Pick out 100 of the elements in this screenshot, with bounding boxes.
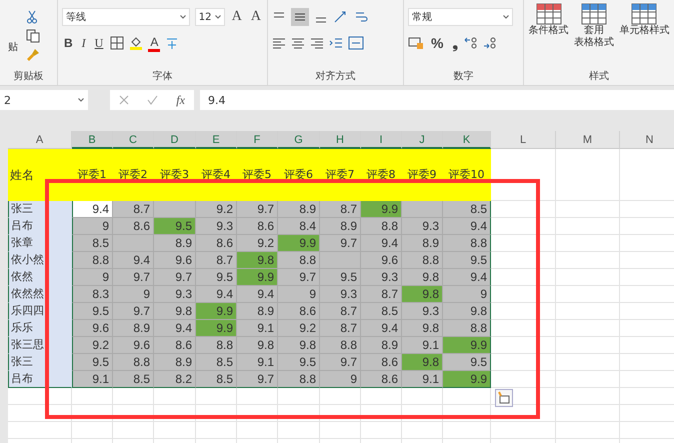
insert-function-button[interactable]: fx <box>176 92 185 108</box>
font-name-dropdown[interactable]: 等线 <box>62 8 190 26</box>
italic-button[interactable]: I <box>80 36 88 50</box>
empty-cell <box>443 422 491 439</box>
border-icon[interactable] <box>110 36 124 50</box>
table-cell: 8.5 <box>361 303 402 320</box>
bold-button[interactable]: B <box>62 36 75 50</box>
column-header[interactable]: I <box>361 131 402 149</box>
table-cell: 9.2 <box>72 337 113 354</box>
column-header[interactable]: C <box>113 131 154 149</box>
table-cell: 9.3 <box>320 286 361 303</box>
column-header[interactable]: L <box>491 131 556 149</box>
table-cell: 8.8 <box>443 235 491 252</box>
column-header[interactable]: H <box>320 131 361 149</box>
column-header[interactable]: D <box>154 131 196 149</box>
column-header[interactable]: A <box>8 131 72 149</box>
fill-bucket-icon[interactable] <box>129 36 144 50</box>
wrap-text-icon[interactable] <box>354 10 368 24</box>
align-middle-icon[interactable] <box>291 8 309 26</box>
table-cell: 9.5 <box>196 269 237 286</box>
column-header[interactable]: B <box>72 131 113 149</box>
style-label: 单元格样式 <box>619 25 670 37</box>
percent-button[interactable]: % <box>429 35 446 51</box>
align-center-icon[interactable] <box>291 36 305 50</box>
table-cell: 8.7 <box>113 201 154 218</box>
indent-icon[interactable] <box>329 36 343 50</box>
table-cell: 9.8 <box>237 252 278 269</box>
table-icon <box>580 3 607 25</box>
table-cell: 8.8 <box>320 337 361 354</box>
phonetic-icon[interactable] <box>165 36 180 50</box>
table-cell: 9 <box>320 371 361 388</box>
table-cell: 8.9 <box>361 337 402 354</box>
name-cell: 依然 <box>8 269 72 286</box>
name-cell: 乐四四 <box>8 303 72 320</box>
table-cell: 8.7 <box>320 201 361 218</box>
style-label: 表格格式 <box>574 37 614 49</box>
table-cell: 8.9 <box>402 235 443 252</box>
name-cell: 张章 <box>8 235 72 252</box>
empty-cell <box>278 388 320 405</box>
table-cell: 9.3 <box>402 218 443 235</box>
empty-cell <box>556 252 620 269</box>
table-cell: 9.4 <box>361 235 402 252</box>
table-cell: 8.7 <box>196 252 237 269</box>
currency-icon[interactable] <box>408 36 424 50</box>
empty-cell <box>556 149 620 201</box>
table-icon <box>631 3 658 25</box>
paste-options-icon[interactable] <box>495 389 513 407</box>
font-size-dropdown[interactable]: 12 <box>194 8 225 26</box>
caret-icon <box>78 98 84 102</box>
table-cell: 9.7 <box>320 354 361 371</box>
grow-font-button[interactable]: A <box>230 9 244 25</box>
table-cell: 9.9 <box>361 201 402 218</box>
style-button[interactable]: 条件格式 <box>528 3 569 69</box>
comma-button[interactable]: ❟ <box>450 34 460 52</box>
empty-cell <box>113 388 154 405</box>
table-cell: 9.4 <box>154 320 196 337</box>
column-header[interactable]: J <box>402 131 443 149</box>
empty-cell <box>556 269 620 286</box>
table-cell: 9.6 <box>154 252 196 269</box>
table-cell: 8.8 <box>196 337 237 354</box>
caret-icon <box>180 15 186 19</box>
underline-button[interactable]: U <box>92 36 106 50</box>
style-label: 条件格式 <box>528 25 569 37</box>
empty-cell <box>556 286 620 303</box>
column-header[interactable]: N <box>620 131 674 149</box>
font-color-button[interactable]: A <box>148 34 160 52</box>
decrease-decimal-icon[interactable] <box>483 36 498 50</box>
column-header[interactable]: K <box>443 131 491 149</box>
empty-cell <box>556 388 620 405</box>
merge-icon[interactable] <box>348 36 364 50</box>
table-cell: 9.2 <box>278 320 320 337</box>
empty-cell <box>278 422 320 439</box>
align-left-icon[interactable] <box>272 36 286 50</box>
column-header[interactable]: M <box>556 131 620 149</box>
check-icon[interactable] <box>147 95 158 105</box>
shrink-font-button[interactable]: A <box>248 9 263 25</box>
table-cell: 9 <box>72 218 113 235</box>
column-header[interactable]: G <box>278 131 320 149</box>
copy-icon[interactable] <box>26 29 40 43</box>
number-format-dropdown[interactable]: 常规 <box>408 8 513 26</box>
align-right-icon[interactable] <box>310 36 324 50</box>
table-icon <box>536 3 562 25</box>
brush-icon[interactable] <box>26 48 40 62</box>
table-cell: 9.1 <box>72 371 113 388</box>
name-box[interactable]: 2 <box>0 90 88 110</box>
scissors-icon[interactable] <box>26 10 38 24</box>
table-cell: 9.5 <box>320 269 361 286</box>
empty-cell <box>361 388 402 405</box>
table-cell: 8.8 <box>72 252 113 269</box>
style-button[interactable]: 套用 表格格式 <box>574 3 614 69</box>
table-cell: 8.7 <box>320 303 361 320</box>
table-cell: 9.3 <box>402 303 443 320</box>
style-button[interactable]: 单元格样式 <box>619 3 670 69</box>
formula-input[interactable]: 9.4 <box>200 90 674 110</box>
increase-decimal-icon[interactable] <box>464 36 478 50</box>
empty-cell <box>154 422 196 439</box>
column-header[interactable]: E <box>196 131 237 149</box>
column-header[interactable]: F <box>237 131 278 149</box>
cancel-icon[interactable] <box>119 95 130 105</box>
empty-cell <box>237 405 278 422</box>
